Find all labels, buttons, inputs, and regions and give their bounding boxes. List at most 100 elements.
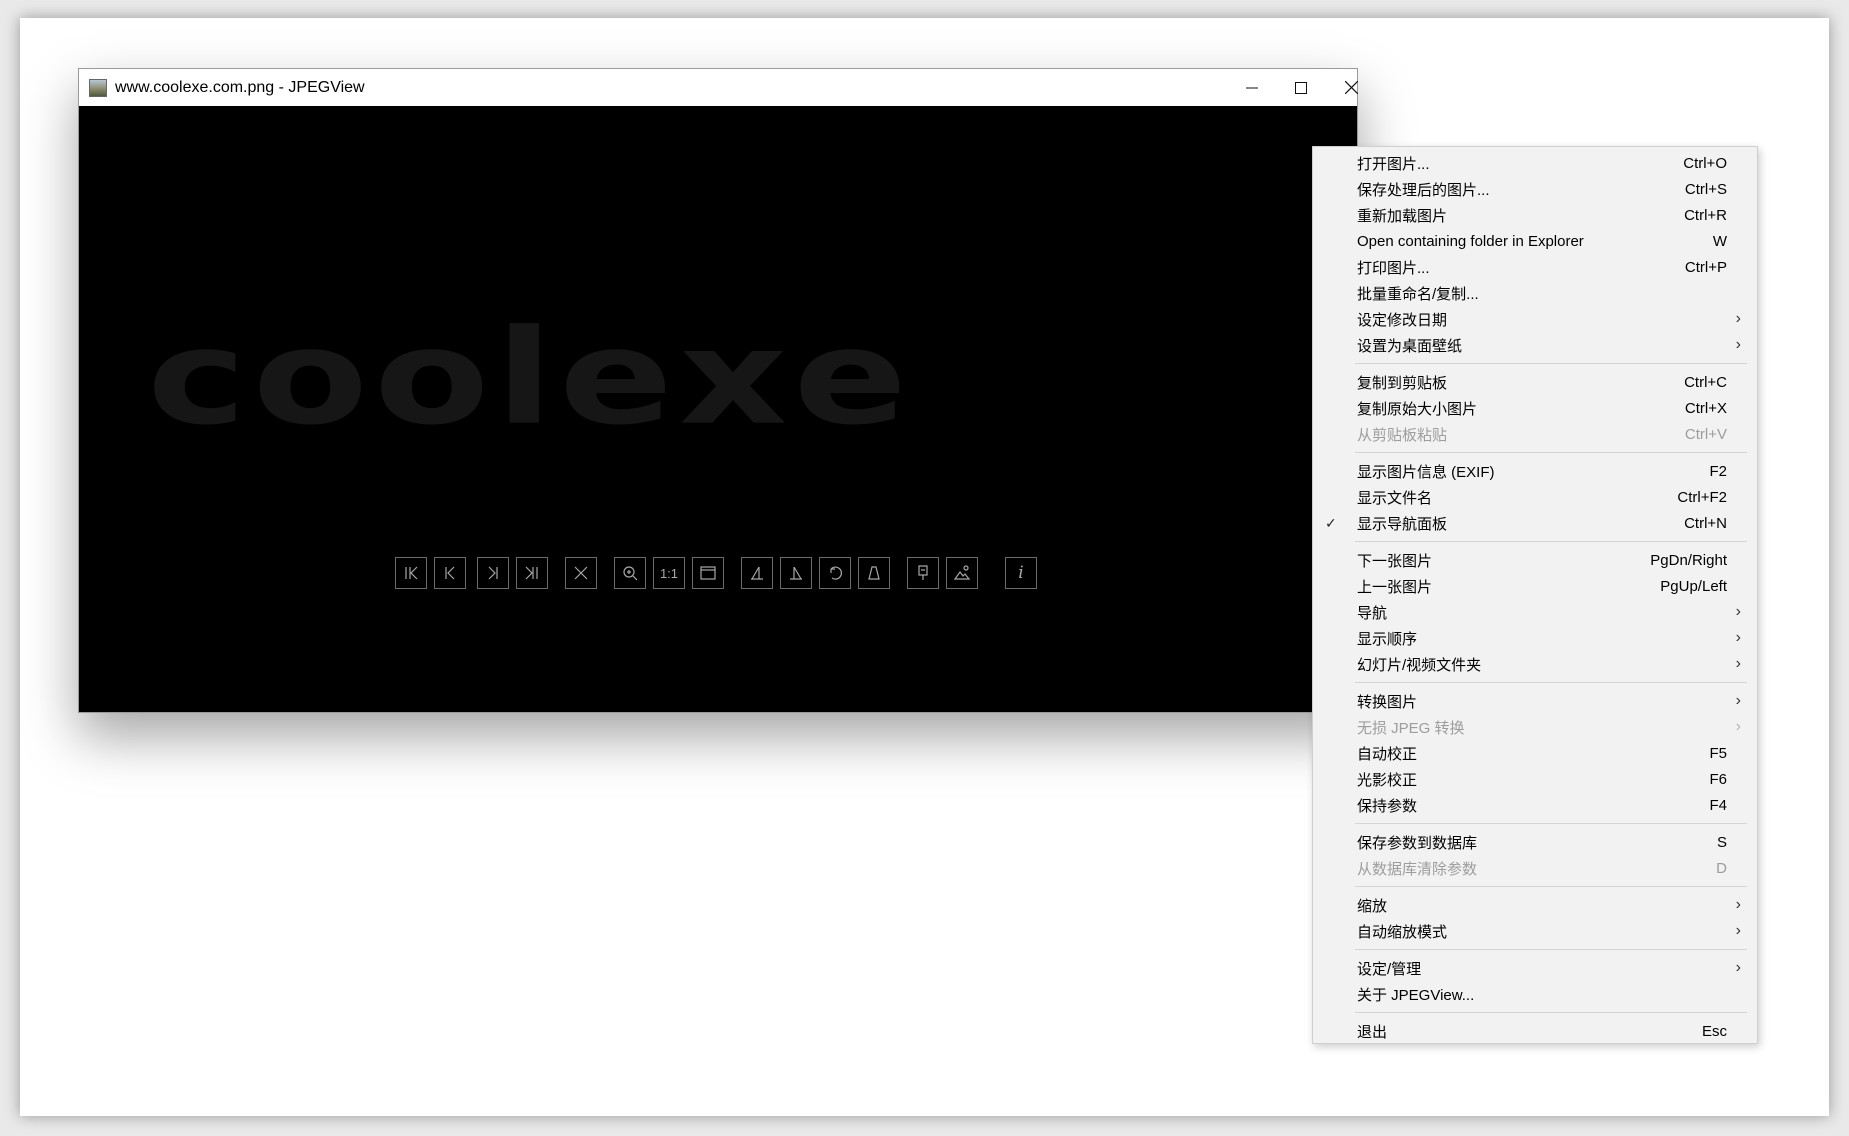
- info-button[interactable]: i: [1005, 557, 1037, 589]
- menu-item-label: 显示导航面板: [1357, 515, 1448, 533]
- menu-item[interactable]: 幻灯片/视频文件夹 ›: [1313, 651, 1757, 677]
- menu-item-label: 批量重命名/复制...: [1357, 285, 1479, 303]
- menu-item-label: 设定修改日期: [1357, 311, 1448, 329]
- jpegview-window: www.coolexe.com.png - JPEGView coolexe 1…: [78, 68, 1358, 713]
- checkmark-icon: ✓: [1325, 514, 1337, 531]
- menu-item-label: 光影校正: [1357, 771, 1418, 789]
- menu-item[interactable]: 重新加载图片 Ctrl+R: [1313, 202, 1757, 228]
- submenu-arrow-icon: ›: [1735, 959, 1741, 976]
- menu-separator: [1355, 823, 1747, 824]
- menu-item[interactable]: 退出 Esc: [1313, 1018, 1757, 1044]
- menu-item-shortcut: F2: [1709, 462, 1727, 480]
- context-menu: 打开图片... Ctrl+O 保存处理后的图片... Ctrl+S 重新加载图片 Ctrl…: [1312, 146, 1758, 1044]
- landscape-mode-button[interactable]: [907, 557, 939, 589]
- menu-item[interactable]: 上一张图片 PgUp/Left: [1313, 573, 1757, 599]
- menu-item[interactable]: Open containing folder in Explorer W: [1313, 228, 1757, 254]
- menu-item[interactable]: 关于 JPEGView...: [1313, 981, 1757, 1007]
- rotate-left-button[interactable]: [741, 557, 773, 589]
- menu-item[interactable]: ✓ 显示导航面板 Ctrl+N: [1313, 510, 1757, 536]
- menu-item: 从剪贴板粘贴 Ctrl+V: [1313, 421, 1757, 447]
- menu-item-label: 转换图片: [1357, 693, 1418, 711]
- last-image-icon: [525, 566, 538, 580]
- image-adjust-button[interactable]: [946, 557, 978, 589]
- menu-item[interactable]: 缩放 ›: [1313, 892, 1757, 918]
- first-image-button[interactable]: [395, 557, 427, 589]
- pin-icon: [918, 565, 928, 580]
- menu-item-shortcut: W: [1712, 232, 1727, 250]
- menu-item[interactable]: 打印图片... Ctrl+P: [1313, 254, 1757, 280]
- menu-item[interactable]: 自动校正 F5: [1313, 740, 1757, 766]
- menu-item[interactable]: 导航 ›: [1313, 599, 1757, 625]
- previous-image-button[interactable]: [434, 557, 466, 589]
- submenu-arrow-icon: ›: [1735, 896, 1741, 913]
- rotate-right-button[interactable]: [780, 557, 812, 589]
- menu-item-shortcut: PgDn/Right: [1650, 551, 1727, 569]
- menu-item[interactable]: 显示文件名 Ctrl+F2: [1313, 484, 1757, 510]
- rotate-icon: [830, 566, 842, 580]
- next-image-button[interactable]: [477, 557, 509, 589]
- menu-item-shortcut: S: [1716, 833, 1727, 851]
- menu-item[interactable]: 下一张图片 PgDn/Right: [1313, 547, 1757, 573]
- menu-item-label: 关于 JPEGView...: [1357, 986, 1475, 1004]
- menu-item-label: 无损 JPEG 转换: [1357, 719, 1465, 737]
- flip-left-icon: [751, 566, 763, 580]
- menu-item-shortcut: Ctrl+V: [1684, 425, 1727, 443]
- menu-item-shortcut: D: [1716, 859, 1727, 877]
- menu-item: 从数据库清除参数 D: [1313, 855, 1757, 881]
- close-button[interactable]: [1322, 69, 1380, 106]
- previous-image-icon: [445, 566, 455, 580]
- delete-image-button[interactable]: [565, 557, 597, 589]
- actual-size-button[interactable]: 1:1: [653, 557, 685, 589]
- menu-item-label: 上一张图片: [1357, 578, 1433, 596]
- menu-item-label: 复制到剪贴板: [1357, 374, 1448, 392]
- menu-item[interactable]: 设定/管理 ›: [1313, 955, 1757, 981]
- menu-item-label: 幻灯片/视频文件夹: [1357, 656, 1482, 674]
- image-canvas[interactable]: coolexe 1:1 i: [79, 106, 1357, 712]
- menu-item-label: 重新加载图片: [1357, 207, 1448, 225]
- last-image-button[interactable]: [516, 557, 548, 589]
- menu-item[interactable]: 自动缩放模式 ›: [1313, 918, 1757, 944]
- free-rotate-button[interactable]: [819, 557, 851, 589]
- landscape-image-icon: [953, 565, 971, 580]
- menu-item[interactable]: 设定修改日期 ›: [1313, 306, 1757, 332]
- perspective-button[interactable]: [858, 557, 890, 589]
- menu-separator: [1355, 452, 1747, 453]
- menu-item[interactable]: 保持参数 F4: [1313, 792, 1757, 818]
- menu-item[interactable]: 转换图片 ›: [1313, 688, 1757, 714]
- menu-item-label: 自动缩放模式: [1357, 923, 1448, 941]
- title-bar[interactable]: www.coolexe.com.png - JPEGView: [79, 69, 1358, 106]
- menu-item-shortcut: F4: [1709, 796, 1727, 814]
- menu-separator: [1355, 363, 1747, 364]
- menu-item[interactable]: 保存处理后的图片... Ctrl+S: [1313, 176, 1757, 202]
- menu-item[interactable]: 设置为桌面壁纸 ›: [1313, 332, 1757, 358]
- zoom-button[interactable]: [614, 557, 646, 589]
- menu-item-shortcut: F5: [1709, 744, 1727, 762]
- submenu-arrow-icon: ›: [1735, 336, 1741, 353]
- menu-item-shortcut: Ctrl+O: [1683, 154, 1727, 172]
- menu-item-label: 从数据库清除参数: [1357, 860, 1478, 878]
- menu-item[interactable]: 复制到剪贴板 Ctrl+C: [1313, 369, 1757, 395]
- menu-item[interactable]: 显示图片信息 (EXIF) F2: [1313, 458, 1757, 484]
- menu-item-label: 设置为桌面壁纸: [1357, 337, 1463, 355]
- fit-window-button[interactable]: [692, 557, 724, 589]
- menu-item[interactable]: 保存参数到数据库 S: [1313, 829, 1757, 855]
- next-image-icon: [488, 566, 498, 580]
- menu-item-label: 打印图片...: [1357, 259, 1430, 277]
- flip-right-icon: [790, 566, 802, 580]
- navigation-panel: 1:1 i: [79, 106, 1357, 712]
- submenu-arrow-icon: ›: [1735, 922, 1741, 939]
- menu-item[interactable]: 复制原始大小图片 Ctrl+X: [1313, 395, 1757, 421]
- menu-item[interactable]: 打开图片... Ctrl+O: [1313, 150, 1757, 176]
- minimize-icon: [1246, 87, 1258, 88]
- menu-separator: [1355, 541, 1747, 542]
- close-icon: [1344, 81, 1358, 94]
- menu-item-label: 保存处理后的图片...: [1357, 181, 1490, 199]
- menu-item-shortcut: Ctrl+F2: [1677, 488, 1727, 506]
- menu-item-shortcut: Ctrl+X: [1684, 399, 1727, 417]
- submenu-arrow-icon: ›: [1735, 310, 1741, 327]
- menu-item[interactable]: 批量重命名/复制...: [1313, 280, 1757, 306]
- menu-item-shortcut: Ctrl+R: [1684, 206, 1727, 224]
- menu-item[interactable]: 显示顺序 ›: [1313, 625, 1757, 651]
- submenu-arrow-icon: ›: [1735, 603, 1741, 620]
- menu-item[interactable]: 光影校正 F6: [1313, 766, 1757, 792]
